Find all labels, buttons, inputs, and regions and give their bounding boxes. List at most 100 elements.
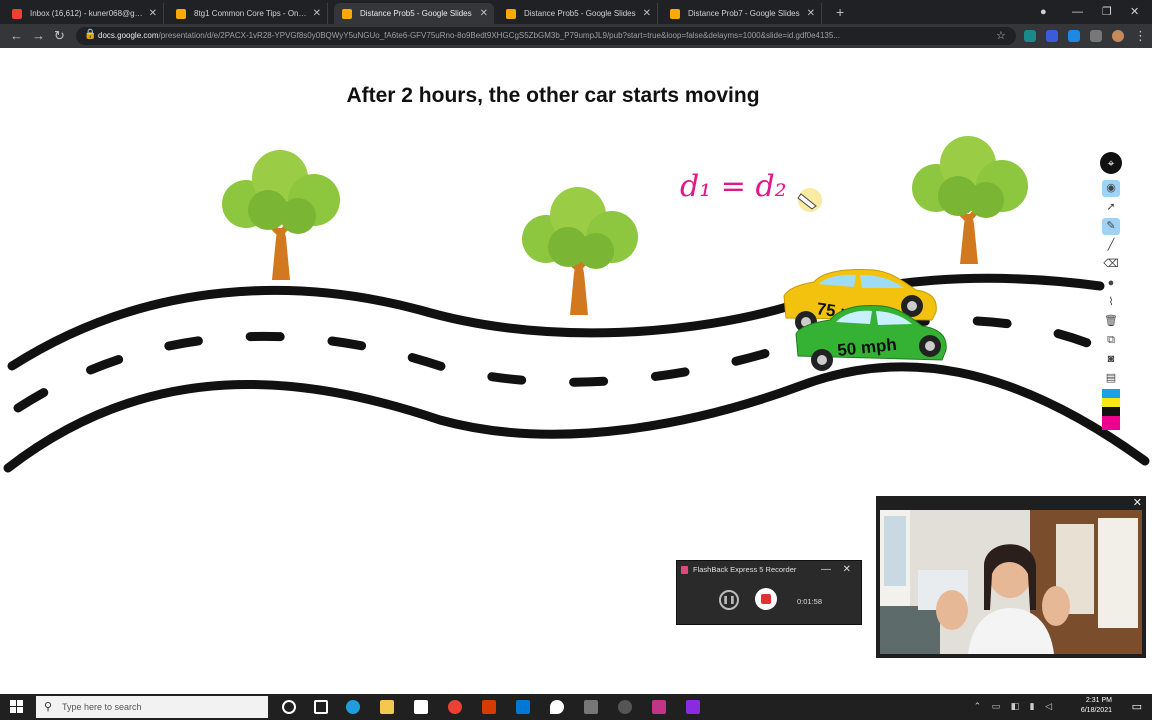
close-window-icon[interactable]: ✕: [1130, 2, 1139, 22]
swatch-yellow[interactable]: [1102, 398, 1120, 407]
tab-distance-prob7[interactable]: Distance Prob7 - Google Slides ✕: [662, 3, 822, 24]
tree-middle: [522, 187, 638, 315]
eye-icon[interactable]: ◉: [1102, 180, 1120, 197]
maps-icon[interactable]: [550, 700, 564, 714]
windows-taskbar: ⚲ Type here to search ⌃ ▭ ◧ ▮ ◁ 2:31 PM …: [0, 694, 1152, 720]
close-tab-icon[interactable]: ✕: [643, 3, 651, 24]
slides-icon: [506, 9, 516, 19]
avatar[interactable]: [1112, 30, 1124, 42]
address-toolbar: ← → ↻ 🔒 docs.google.com/presentation/d/e…: [0, 24, 1152, 48]
url-path: /presentation/d/e/2PACX-1vR28-YPVGf8s0y0…: [158, 31, 840, 40]
url-host: docs.google.com: [98, 31, 159, 40]
tab-title: Distance Prob5 - Google Slides: [524, 9, 636, 18]
windows-start-icon[interactable]: [10, 700, 24, 714]
close-tab-icon[interactable]: ✕: [313, 3, 321, 24]
extension-icon[interactable]: [1068, 30, 1080, 42]
url-text[interactable]: docs.google.com/presentation/d/e/2PACX-1…: [98, 27, 998, 45]
puzzle-icon[interactable]: [1090, 30, 1102, 42]
minimize-icon[interactable]: —: [1072, 2, 1083, 22]
slides-icon: [342, 9, 352, 19]
extension-icon[interactable]: [1046, 30, 1058, 42]
file-explorer-icon[interactable]: [380, 700, 394, 714]
back-arrow-icon[interactable]: ←: [10, 27, 23, 45]
stop-button[interactable]: [755, 588, 777, 610]
clock-date: 6/18/2021: [1080, 707, 1112, 714]
tab-gmail[interactable]: Inbox (16,612) - kuner068@gm... ✕: [4, 3, 164, 24]
flashback-icon[interactable]: [652, 700, 666, 714]
system-tray-icons[interactable]: ⌃ ▭ ◧ ▮ ◁: [974, 701, 1056, 712]
color-swatches: [1102, 389, 1120, 430]
recorder-titlebar[interactable]: FlashBack Express 5 Recorder — ✕: [677, 561, 861, 579]
close-tab-icon[interactable]: ✕: [807, 3, 815, 24]
tab-distance-prob5-active[interactable]: Distance Prob5 - Google Slides ✕: [334, 3, 494, 24]
office-icon[interactable]: [482, 700, 496, 714]
bookmark-star-icon[interactable]: ☆: [996, 27, 1006, 45]
search-icon: ⚲: [44, 701, 53, 713]
search-placeholder: Type here to search: [62, 702, 142, 712]
pause-button[interactable]: ❚❚: [719, 590, 739, 610]
recording-timer: 0:01:58: [797, 597, 823, 606]
app-icon[interactable]: [686, 700, 700, 714]
cortana-icon[interactable]: [282, 700, 296, 714]
close-tab-icon[interactable]: ✕: [480, 3, 488, 24]
chrome-icon[interactable]: [448, 700, 462, 714]
recorder-app-icon: [681, 566, 688, 574]
url-bar[interactable]: 🔒 docs.google.com/presentation/d/e/2PACX…: [76, 27, 1016, 45]
swatch-magenta[interactable]: [1102, 416, 1120, 430]
reload-icon[interactable]: ↻: [54, 27, 65, 45]
webcam-video: [880, 510, 1142, 654]
close-tab-icon[interactable]: ✕: [149, 3, 157, 24]
slide-title: After 2 hours, the other car starts movi…: [346, 84, 760, 107]
tab-distance-prob5[interactable]: Distance Prob5 - Google Slides ✕: [498, 3, 658, 24]
mail-icon[interactable]: [516, 700, 530, 714]
camera-icon[interactable]: ◙: [1102, 351, 1120, 368]
map-pin-icon[interactable]: ⌖: [1100, 152, 1122, 174]
cursor-icon[interactable]: ➚: [1102, 199, 1120, 216]
handwritten-annotation: d₁ = d₂: [680, 169, 787, 204]
slides-icon: [176, 9, 186, 19]
pen-toolbar: ⌖ ◉ ➚ ✎ ╱ ⌫ ● ⌇ 🗑 ⧉ ◙ ▤: [1100, 152, 1122, 432]
lock-icon: 🔒: [84, 29, 97, 40]
store-icon[interactable]: [414, 700, 428, 714]
swatch-black[interactable]: [1102, 407, 1120, 416]
tab-title: Distance Prob7 - Google Slides: [688, 9, 800, 18]
pen-icon[interactable]: ✎: [1102, 218, 1120, 235]
gmail-icon: [12, 9, 22, 19]
camera-app-icon[interactable]: [584, 700, 598, 714]
swatch-blue[interactable]: [1102, 389, 1120, 398]
edge-icon[interactable]: [346, 700, 360, 714]
profile-icon[interactable]: ●: [1040, 2, 1047, 22]
tree-left: [222, 150, 340, 280]
recorder-widget: FlashBack Express 5 Recorder — ✕ ❚❚ 0:01…: [676, 560, 862, 625]
highlighter-icon[interactable]: ⌇: [1102, 294, 1120, 311]
task-view-icon[interactable]: [314, 700, 328, 714]
notification-icon[interactable]: ▭: [1132, 700, 1142, 713]
stop-icon: [761, 594, 771, 604]
trash-icon[interactable]: 🗑: [1102, 313, 1120, 330]
close-icon[interactable]: ✕: [1133, 496, 1142, 510]
recorder-app-icon[interactable]: [618, 700, 632, 714]
tree-right: [912, 136, 1028, 264]
minimize-icon[interactable]: —: [821, 561, 831, 579]
recorder-title: FlashBack Express 5 Recorder: [693, 565, 797, 574]
clipboard-icon[interactable]: ▤: [1102, 370, 1120, 387]
webcam-overlay[interactable]: ✕: [876, 496, 1146, 658]
dot-icon[interactable]: ●: [1102, 275, 1120, 292]
taskbar-search-input[interactable]: ⚲ Type here to search: [36, 696, 268, 718]
tab-title: 8tg1 Common Core Tips - One...: [194, 9, 310, 18]
extension-icon[interactable]: [1024, 30, 1036, 42]
menu-dots-icon[interactable]: ⋮: [1134, 27, 1147, 45]
browser-tab-strip: Inbox (16,612) - kuner068@gm... ✕ 8tg1 C…: [0, 0, 1152, 24]
slides-icon: [670, 9, 680, 19]
eraser-icon[interactable]: ⌫: [1102, 256, 1120, 273]
forward-arrow-icon[interactable]: →: [32, 27, 45, 45]
tab-onenote[interactable]: 8tg1 Common Core Tips - One... ✕: [168, 3, 328, 24]
tab-title: Inbox (16,612) - kuner068@gm...: [30, 9, 148, 18]
maximize-icon[interactable]: ❐: [1102, 2, 1112, 22]
taskbar-clock[interactable]: 2:31 PM 6/18/2021: [1081, 696, 1112, 716]
clock-time: 2:31 PM: [1085, 697, 1112, 704]
screenshot-icon[interactable]: ⧉: [1102, 332, 1120, 349]
new-tab-button[interactable]: +: [836, 3, 844, 21]
line-tool-icon[interactable]: ╱: [1102, 237, 1120, 254]
close-icon[interactable]: ✕: [843, 561, 851, 579]
